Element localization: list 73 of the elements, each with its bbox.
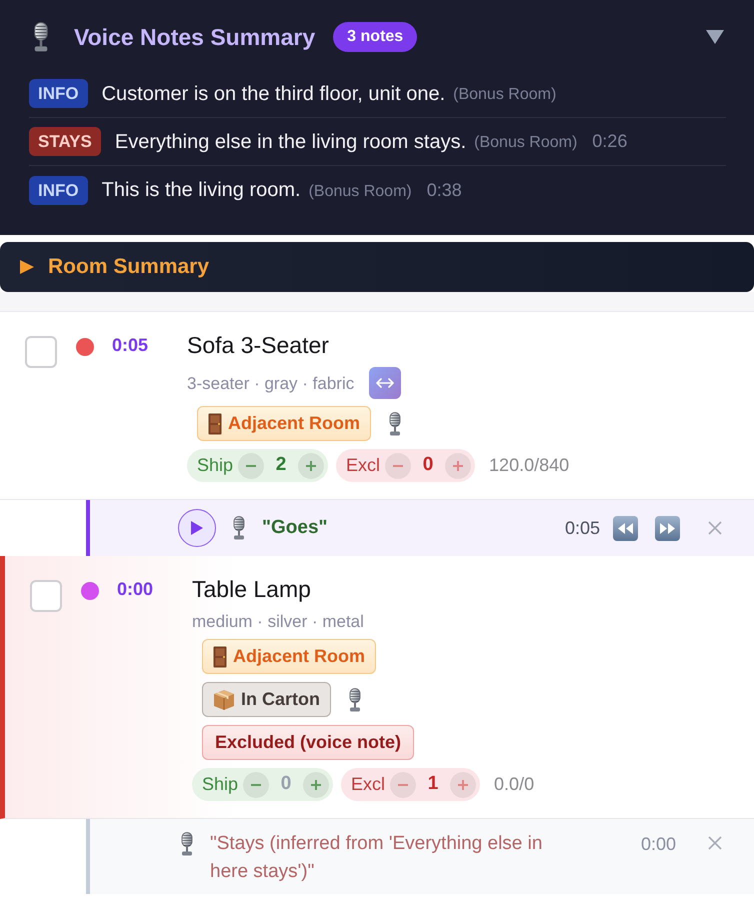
ship-label: Ship bbox=[197, 454, 234, 477]
decrease-button[interactable] bbox=[385, 452, 412, 478]
rewind-button[interactable] bbox=[613, 516, 638, 540]
plus-icon bbox=[306, 460, 316, 470]
rewind-icon bbox=[613, 516, 638, 540]
count-badge: 3 notes bbox=[333, 22, 418, 52]
caret-down-icon[interactable] bbox=[706, 30, 724, 44]
note-location: (Bonus Room) bbox=[453, 85, 556, 105]
close-button[interactable] bbox=[708, 521, 722, 535]
minus-icon bbox=[246, 464, 256, 466]
note-timestamp: 0:26 bbox=[592, 130, 628, 153]
volume-total: 0.0/0 bbox=[494, 773, 534, 796]
excl-count: 1 bbox=[426, 772, 440, 796]
note-text: This is the living room. bbox=[102, 178, 301, 203]
item-checkbox[interactable] bbox=[30, 580, 62, 612]
decrease-button[interactable] bbox=[390, 772, 416, 798]
voice-note-quote: "Stays (inferred from 'Everything else in here stays')" bbox=[210, 832, 544, 884]
plus-icon bbox=[458, 780, 468, 790]
note-text: Customer is on the third floor, unit one. bbox=[102, 82, 446, 106]
close-icon bbox=[708, 521, 722, 535]
minus-icon bbox=[251, 784, 262, 786]
tag-label: Adjacent Room bbox=[233, 645, 366, 668]
panel-title: Voice Notes Summary bbox=[74, 22, 316, 52]
tag-label: Adjacent Room bbox=[228, 412, 360, 435]
plus-icon bbox=[453, 460, 464, 470]
item-details: medium · silver · metal bbox=[192, 611, 364, 632]
timestamp: 0:00 bbox=[117, 578, 154, 601]
item-name: Table Lamp bbox=[192, 575, 312, 603]
excl-count: 0 bbox=[422, 453, 434, 478]
volume-total: 120.0/840 bbox=[489, 454, 570, 477]
increase-button[interactable] bbox=[450, 772, 476, 798]
note-type-badge: STAYS bbox=[29, 127, 101, 156]
fast-forward-icon bbox=[655, 516, 680, 540]
increase-button[interactable] bbox=[298, 452, 324, 478]
note-location: (Bonus Room) bbox=[474, 133, 578, 153]
room-summary-toggle[interactable]: Room Summary bbox=[0, 242, 754, 292]
voice-note-quote: "Goes" bbox=[262, 516, 328, 540]
increase-button[interactable] bbox=[303, 772, 330, 798]
ship-count: 0 bbox=[280, 772, 292, 796]
door-icon bbox=[208, 412, 222, 434]
minus-icon bbox=[393, 464, 404, 466]
plus-icon bbox=[311, 780, 322, 790]
note-timestamp: 0:38 bbox=[426, 178, 462, 202]
excl-label: Excl bbox=[346, 454, 380, 477]
note-text: Everything else in the living room stays. bbox=[114, 130, 466, 154]
note-type-badge: INFO bbox=[29, 176, 88, 204]
tag-label: Excluded (voice note) bbox=[215, 731, 402, 754]
door-icon bbox=[213, 646, 227, 668]
tag-label: In Carton bbox=[241, 688, 320, 711]
minus-icon bbox=[398, 784, 408, 786]
play-icon bbox=[190, 520, 204, 536]
item-name: Sofa 3-Seater bbox=[187, 331, 330, 359]
ship-label: Ship bbox=[202, 773, 238, 796]
double-arrow-icon bbox=[376, 378, 394, 388]
decrease-button[interactable] bbox=[238, 452, 264, 478]
size-button[interactable] bbox=[369, 367, 402, 399]
item-details: 3-seater · gray · fabric bbox=[187, 372, 354, 394]
increase-button[interactable] bbox=[445, 452, 472, 478]
close-button[interactable] bbox=[708, 836, 722, 850]
play-button[interactable] bbox=[178, 509, 216, 547]
fast-forward-button[interactable] bbox=[655, 516, 680, 540]
caret-right-icon[interactable] bbox=[20, 260, 34, 274]
note-type-badge: INFO bbox=[29, 79, 88, 108]
note-location: (Bonus Room) bbox=[308, 182, 412, 202]
voice-note-timestamp: 0:05 bbox=[564, 517, 600, 540]
voice-note-timestamp: 0:00 bbox=[640, 833, 676, 856]
excl-label: Excl bbox=[351, 773, 386, 796]
decrease-button[interactable] bbox=[243, 772, 270, 798]
close-icon bbox=[708, 836, 722, 850]
timestamp: 0:05 bbox=[112, 334, 148, 357]
ship-count: 2 bbox=[274, 453, 288, 478]
box-icon bbox=[213, 688, 235, 710]
item-checkbox[interactable] bbox=[25, 336, 57, 368]
